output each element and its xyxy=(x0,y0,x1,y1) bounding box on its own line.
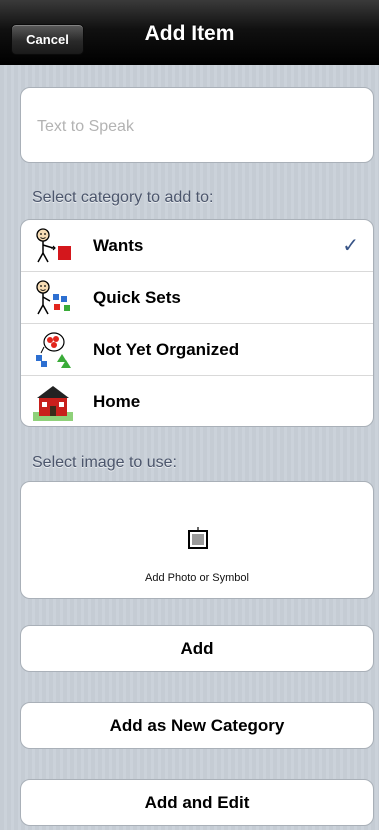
category-section-label: Select category to add to: xyxy=(32,189,214,206)
checkmark-icon: ✓ xyxy=(342,235,359,257)
cancel-button[interactable]: Cancel xyxy=(11,24,84,55)
add-as-new-category-button[interactable]: Add as New Category xyxy=(20,702,374,749)
wants-symbol-icon xyxy=(36,228,71,263)
text-to-speak-input[interactable] xyxy=(35,113,359,141)
add-photo-or-symbol-caption: Add Photo or Symbol xyxy=(145,572,249,584)
category-item-home[interactable]: Home xyxy=(21,376,373,426)
navigation-bar: Cancel Add Item xyxy=(0,0,379,65)
text-to-speak-card xyxy=(20,87,374,163)
not-yet-organized-symbol-icon xyxy=(36,332,71,368)
home-symbol-icon xyxy=(33,386,73,421)
category-label-quick-sets: Quick Sets xyxy=(93,287,181,307)
picture-frame-icon xyxy=(188,527,208,549)
category-label-wants: Wants xyxy=(93,235,144,255)
add-photo-or-symbol-button[interactable]: Add Photo or Symbol xyxy=(20,481,374,599)
image-section-label: Select image to use: xyxy=(32,454,177,471)
add-button[interactable]: Add xyxy=(20,625,374,672)
category-item-not-yet-organized[interactable]: Not Yet Organized xyxy=(21,324,373,376)
quick-sets-symbol-icon xyxy=(36,280,70,315)
category-item-quick-sets[interactable]: Quick Sets xyxy=(21,272,373,324)
category-label-not-yet-organized: Not Yet Organized xyxy=(93,339,240,359)
category-item-wants[interactable]: Wants ✓ xyxy=(21,220,373,272)
add-and-edit-button[interactable]: Add and Edit xyxy=(20,779,374,826)
category-list: Wants ✓ Quick Sets Not Yet Organized Hom… xyxy=(20,219,374,427)
category-label-home: Home xyxy=(93,392,141,411)
